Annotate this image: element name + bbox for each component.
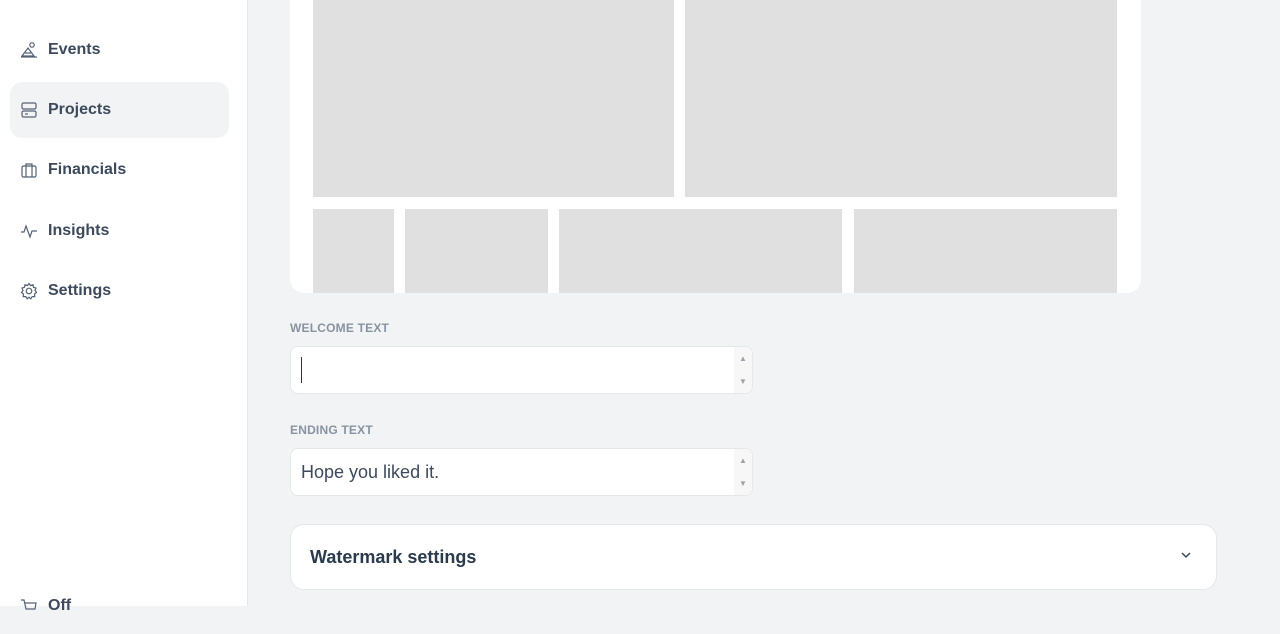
sidebar-item-settings[interactable]: Settings bbox=[10, 263, 229, 319]
text-caret bbox=[301, 357, 302, 383]
insights-icon bbox=[20, 222, 38, 240]
sidebar-item-label: Events bbox=[48, 41, 101, 58]
gallery-placeholder-image bbox=[313, 209, 394, 293]
chevron-down-icon[interactable] bbox=[1178, 547, 1194, 563]
spin-up-icon[interactable]: ▲ bbox=[739, 354, 747, 363]
sidebar-item-projects[interactable]: Projects bbox=[10, 82, 229, 138]
gallery-placeholder-image bbox=[313, 0, 674, 197]
welcome-text-field[interactable]: ▲ ▼ bbox=[290, 346, 753, 394]
sidebar-item-off[interactable]: Off bbox=[10, 578, 229, 634]
welcome-text-label: WELCOME TEXT bbox=[290, 321, 390, 335]
watermark-settings-accordion[interactable]: Watermark settings bbox=[290, 524, 1217, 590]
gallery-placeholder-image bbox=[559, 209, 842, 293]
sidebar-item-insights[interactable]: Insights bbox=[10, 203, 229, 259]
gallery-placeholder-image bbox=[685, 0, 1117, 197]
ending-text-field[interactable]: Hope you liked it. ▲ ▼ bbox=[290, 448, 753, 496]
projects-icon bbox=[20, 101, 38, 119]
gallery-placeholder-image bbox=[405, 209, 548, 293]
sidebar-item-label: Financials bbox=[48, 161, 127, 178]
sidebar-item-label: Insights bbox=[48, 222, 110, 239]
sidebar-item-financials[interactable]: Financials bbox=[10, 142, 229, 198]
watermark-settings-title: Watermark settings bbox=[310, 546, 477, 567]
sidebar-item-label: Off bbox=[48, 597, 72, 614]
welcome-text-spinner[interactable]: ▲ ▼ bbox=[734, 347, 752, 393]
main-content: WELCOME TEXT ▲ ▼ ENDING TEXT Hope you li… bbox=[248, 0, 1280, 606]
cart-icon bbox=[20, 597, 38, 615]
events-icon bbox=[20, 41, 38, 59]
ending-text-value: Hope you liked it. bbox=[301, 461, 440, 482]
sidebar-item-label: Settings bbox=[48, 282, 112, 299]
ending-text-label: ENDING TEXT bbox=[290, 423, 373, 437]
spin-up-icon[interactable]: ▲ bbox=[739, 456, 747, 465]
sidebar-item-events[interactable]: Events bbox=[10, 22, 229, 78]
financials-icon bbox=[20, 161, 38, 179]
spin-down-icon[interactable]: ▼ bbox=[739, 377, 747, 386]
sidebar-item-label: Projects bbox=[48, 101, 112, 118]
sidebar: Events Projects Financials Insights Sett… bbox=[0, 0, 248, 614]
gallery-preview bbox=[290, 0, 1141, 293]
ending-text-spinner[interactable]: ▲ ▼ bbox=[734, 449, 752, 495]
gear-icon bbox=[20, 282, 38, 300]
gallery-placeholder-image bbox=[854, 209, 1117, 293]
spin-down-icon[interactable]: ▼ bbox=[739, 479, 747, 488]
